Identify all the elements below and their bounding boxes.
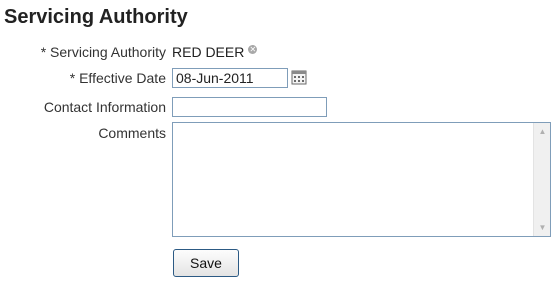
- contact-information-row: Contact Information: [0, 96, 560, 118]
- servicing-authority-value: RED DEER: [172, 44, 245, 60]
- clear-icon[interactable]: ✕: [248, 45, 258, 54]
- effective-date-label: * Effective Date: [69, 70, 166, 86]
- contact-information-input[interactable]: [172, 97, 327, 117]
- effective-date-row: * Effective Date: [0, 67, 560, 89]
- servicing-authority-field: RED DEER ✕: [172, 43, 258, 62]
- comments-scrollbar[interactable]: ▲ ▼: [533, 123, 550, 236]
- save-button[interactable]: Save: [173, 249, 239, 277]
- servicing-authority-label: * Servicing Authority: [40, 44, 166, 60]
- comments-label: Comments: [98, 125, 166, 141]
- calendar-icon[interactable]: [291, 69, 307, 85]
- page-title: Servicing Authority: [4, 6, 188, 28]
- comments-textarea-frame: ▲ ▼: [172, 122, 551, 237]
- scroll-up-icon[interactable]: ▲: [535, 124, 550, 139]
- effective-date-input[interactable]: [172, 68, 288, 88]
- comments-textarea[interactable]: [173, 123, 533, 236]
- contact-information-label: Contact Information: [43, 99, 166, 115]
- scroll-down-icon[interactable]: ▼: [535, 220, 550, 235]
